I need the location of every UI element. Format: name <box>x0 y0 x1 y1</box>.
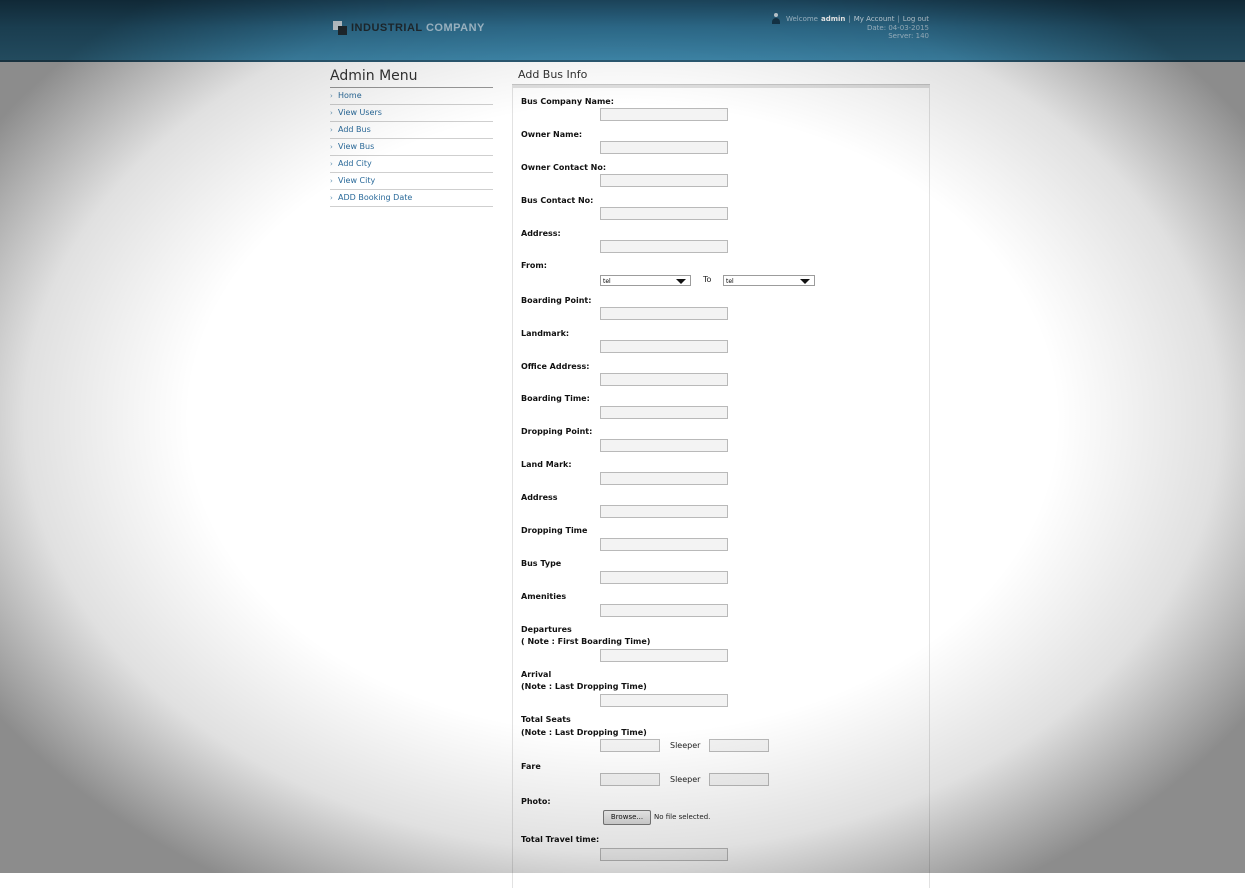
chevron-right-icon: › <box>330 194 333 202</box>
menu-item-view-bus[interactable]: › View Bus <box>330 139 493 156</box>
sleeper-seats-label: Sleeper <box>670 741 701 750</box>
boarding-point-input[interactable] <box>600 307 728 320</box>
departures-label: Departures <box>521 625 572 634</box>
username: admin <box>820 14 846 23</box>
landmark-input[interactable] <box>600 340 728 353</box>
user-icon <box>771 13 780 24</box>
land-mark-input[interactable] <box>600 472 728 485</box>
departures-input[interactable] <box>600 649 728 662</box>
total-seats-note: (Note : Last Dropping Time) <box>521 728 647 737</box>
welcome-text: Welcome <box>785 14 818 23</box>
total-travel-time-input[interactable] <box>600 848 728 861</box>
bus-type-input[interactable] <box>600 571 728 584</box>
sleeper-fare-input[interactable] <box>709 773 769 786</box>
office-address-input[interactable] <box>600 373 728 386</box>
admin-menu: › Home › View Users › Add Bus › View Bus › Ad… <box>330 88 493 207</box>
dropping-point-input[interactable] <box>600 439 728 452</box>
date-text: Date: 04-03-2015 <box>867 24 929 32</box>
logo-icon <box>333 21 347 35</box>
bus-company-name-label: Bus Company Name: <box>521 97 614 106</box>
from-city-select[interactable]: tel <box>600 275 691 286</box>
address2-label: Address <box>521 493 558 502</box>
from-label: From: <box>521 261 547 270</box>
logo-text: INDUSTRIAL COMPANY <box>351 22 485 34</box>
dropdown-arrow-icon <box>800 279 810 284</box>
total-seats-label: Total Seats <box>521 715 571 724</box>
menu-item-view-users[interactable]: › View Users <box>330 105 493 122</box>
menu-item-add-city[interactable]: › Add City <box>330 156 493 173</box>
amenities-label: Amenities <box>521 592 567 601</box>
to-label: To <box>703 275 712 284</box>
to-city-select[interactable]: tel <box>723 275 815 286</box>
menu-item-add-booking-date[interactable]: › ADD Booking Date <box>330 190 493 207</box>
no-file-text: No file selected. <box>654 813 711 821</box>
browse-button[interactable]: Browse... <box>603 810 651 825</box>
office-address-label: Office Address: <box>521 362 590 371</box>
land-mark-label: Land Mark: <box>521 460 572 469</box>
owner-contact-input[interactable] <box>600 174 728 187</box>
fare-input[interactable] <box>600 773 660 786</box>
logout-link[interactable]: Log out <box>903 15 929 23</box>
bus-contact-input[interactable] <box>600 207 728 220</box>
boarding-point-label: Boarding Point: <box>521 296 592 305</box>
photo-label: Photo: <box>521 797 551 806</box>
company-logo[interactable]: INDUSTRIAL COMPANY <box>333 18 485 38</box>
owner-name-label: Owner Name: <box>521 130 583 139</box>
form-panel: Bus Company Name: Owner Name: Owner Cont… <box>512 88 930 888</box>
arrival-label: Arrival <box>521 670 552 679</box>
arrival-note: (Note : Last Dropping Time) <box>521 682 647 691</box>
add-bus-form-section: Add Bus Info Bus Company Name: Owner Nam… <box>512 66 930 888</box>
boarding-time-label: Boarding Time: <box>521 394 590 403</box>
boarding-time-input[interactable] <box>600 406 728 419</box>
bus-company-name-input[interactable] <box>600 108 728 121</box>
owner-name-input[interactable] <box>600 141 728 154</box>
amenities-input[interactable] <box>600 604 728 617</box>
bus-contact-label: Bus Contact No: <box>521 196 594 205</box>
chevron-right-icon: › <box>330 109 333 117</box>
chevron-right-icon: › <box>330 92 333 100</box>
sleeper-fare-label: Sleeper <box>670 775 701 784</box>
dropping-point-label: Dropping Point: <box>521 427 593 436</box>
chevron-right-icon: › <box>330 160 333 168</box>
departures-note: ( Note : First Boarding Time) <box>521 637 651 646</box>
address2-input[interactable] <box>600 505 728 518</box>
header-user-panel: Welcome admin | My Account | Log out Dat… <box>771 13 929 40</box>
server-text: Server: 140 <box>888 32 929 40</box>
owner-contact-label: Owner Contact No: <box>521 163 607 172</box>
menu-item-home[interactable]: › Home <box>330 88 493 105</box>
address-label: Address: <box>521 229 561 238</box>
chevron-right-icon: › <box>330 126 333 134</box>
landmark-label: Landmark: <box>521 329 570 338</box>
menu-item-add-bus[interactable]: › Add Bus <box>330 122 493 139</box>
sidebar-title: Admin Menu <box>330 68 493 88</box>
sleeper-seats-input[interactable] <box>709 739 769 752</box>
dropping-time-label: Dropping Time <box>521 526 588 535</box>
dropping-time-input[interactable] <box>600 538 728 551</box>
admin-sidebar: Admin Menu › Home › View Users › Add Bus › V… <box>330 68 493 207</box>
total-seats-input[interactable] <box>600 739 660 752</box>
top-header: INDUSTRIAL COMPANY Welcome admin | My Ac… <box>0 0 1245 62</box>
dropdown-arrow-icon <box>676 279 686 284</box>
menu-item-view-city[interactable]: › View City <box>330 173 493 190</box>
my-account-link[interactable]: My Account <box>854 15 895 23</box>
fare-label: Fare <box>521 762 541 771</box>
form-title: Add Bus Info <box>518 68 588 81</box>
total-travel-time-label: Total Travel time: <box>521 835 600 844</box>
chevron-right-icon: › <box>330 143 333 151</box>
bus-type-label: Bus Type <box>521 559 562 568</box>
chevron-right-icon: › <box>330 177 333 185</box>
address-input[interactable] <box>600 240 728 253</box>
arrival-input[interactable] <box>600 694 728 707</box>
